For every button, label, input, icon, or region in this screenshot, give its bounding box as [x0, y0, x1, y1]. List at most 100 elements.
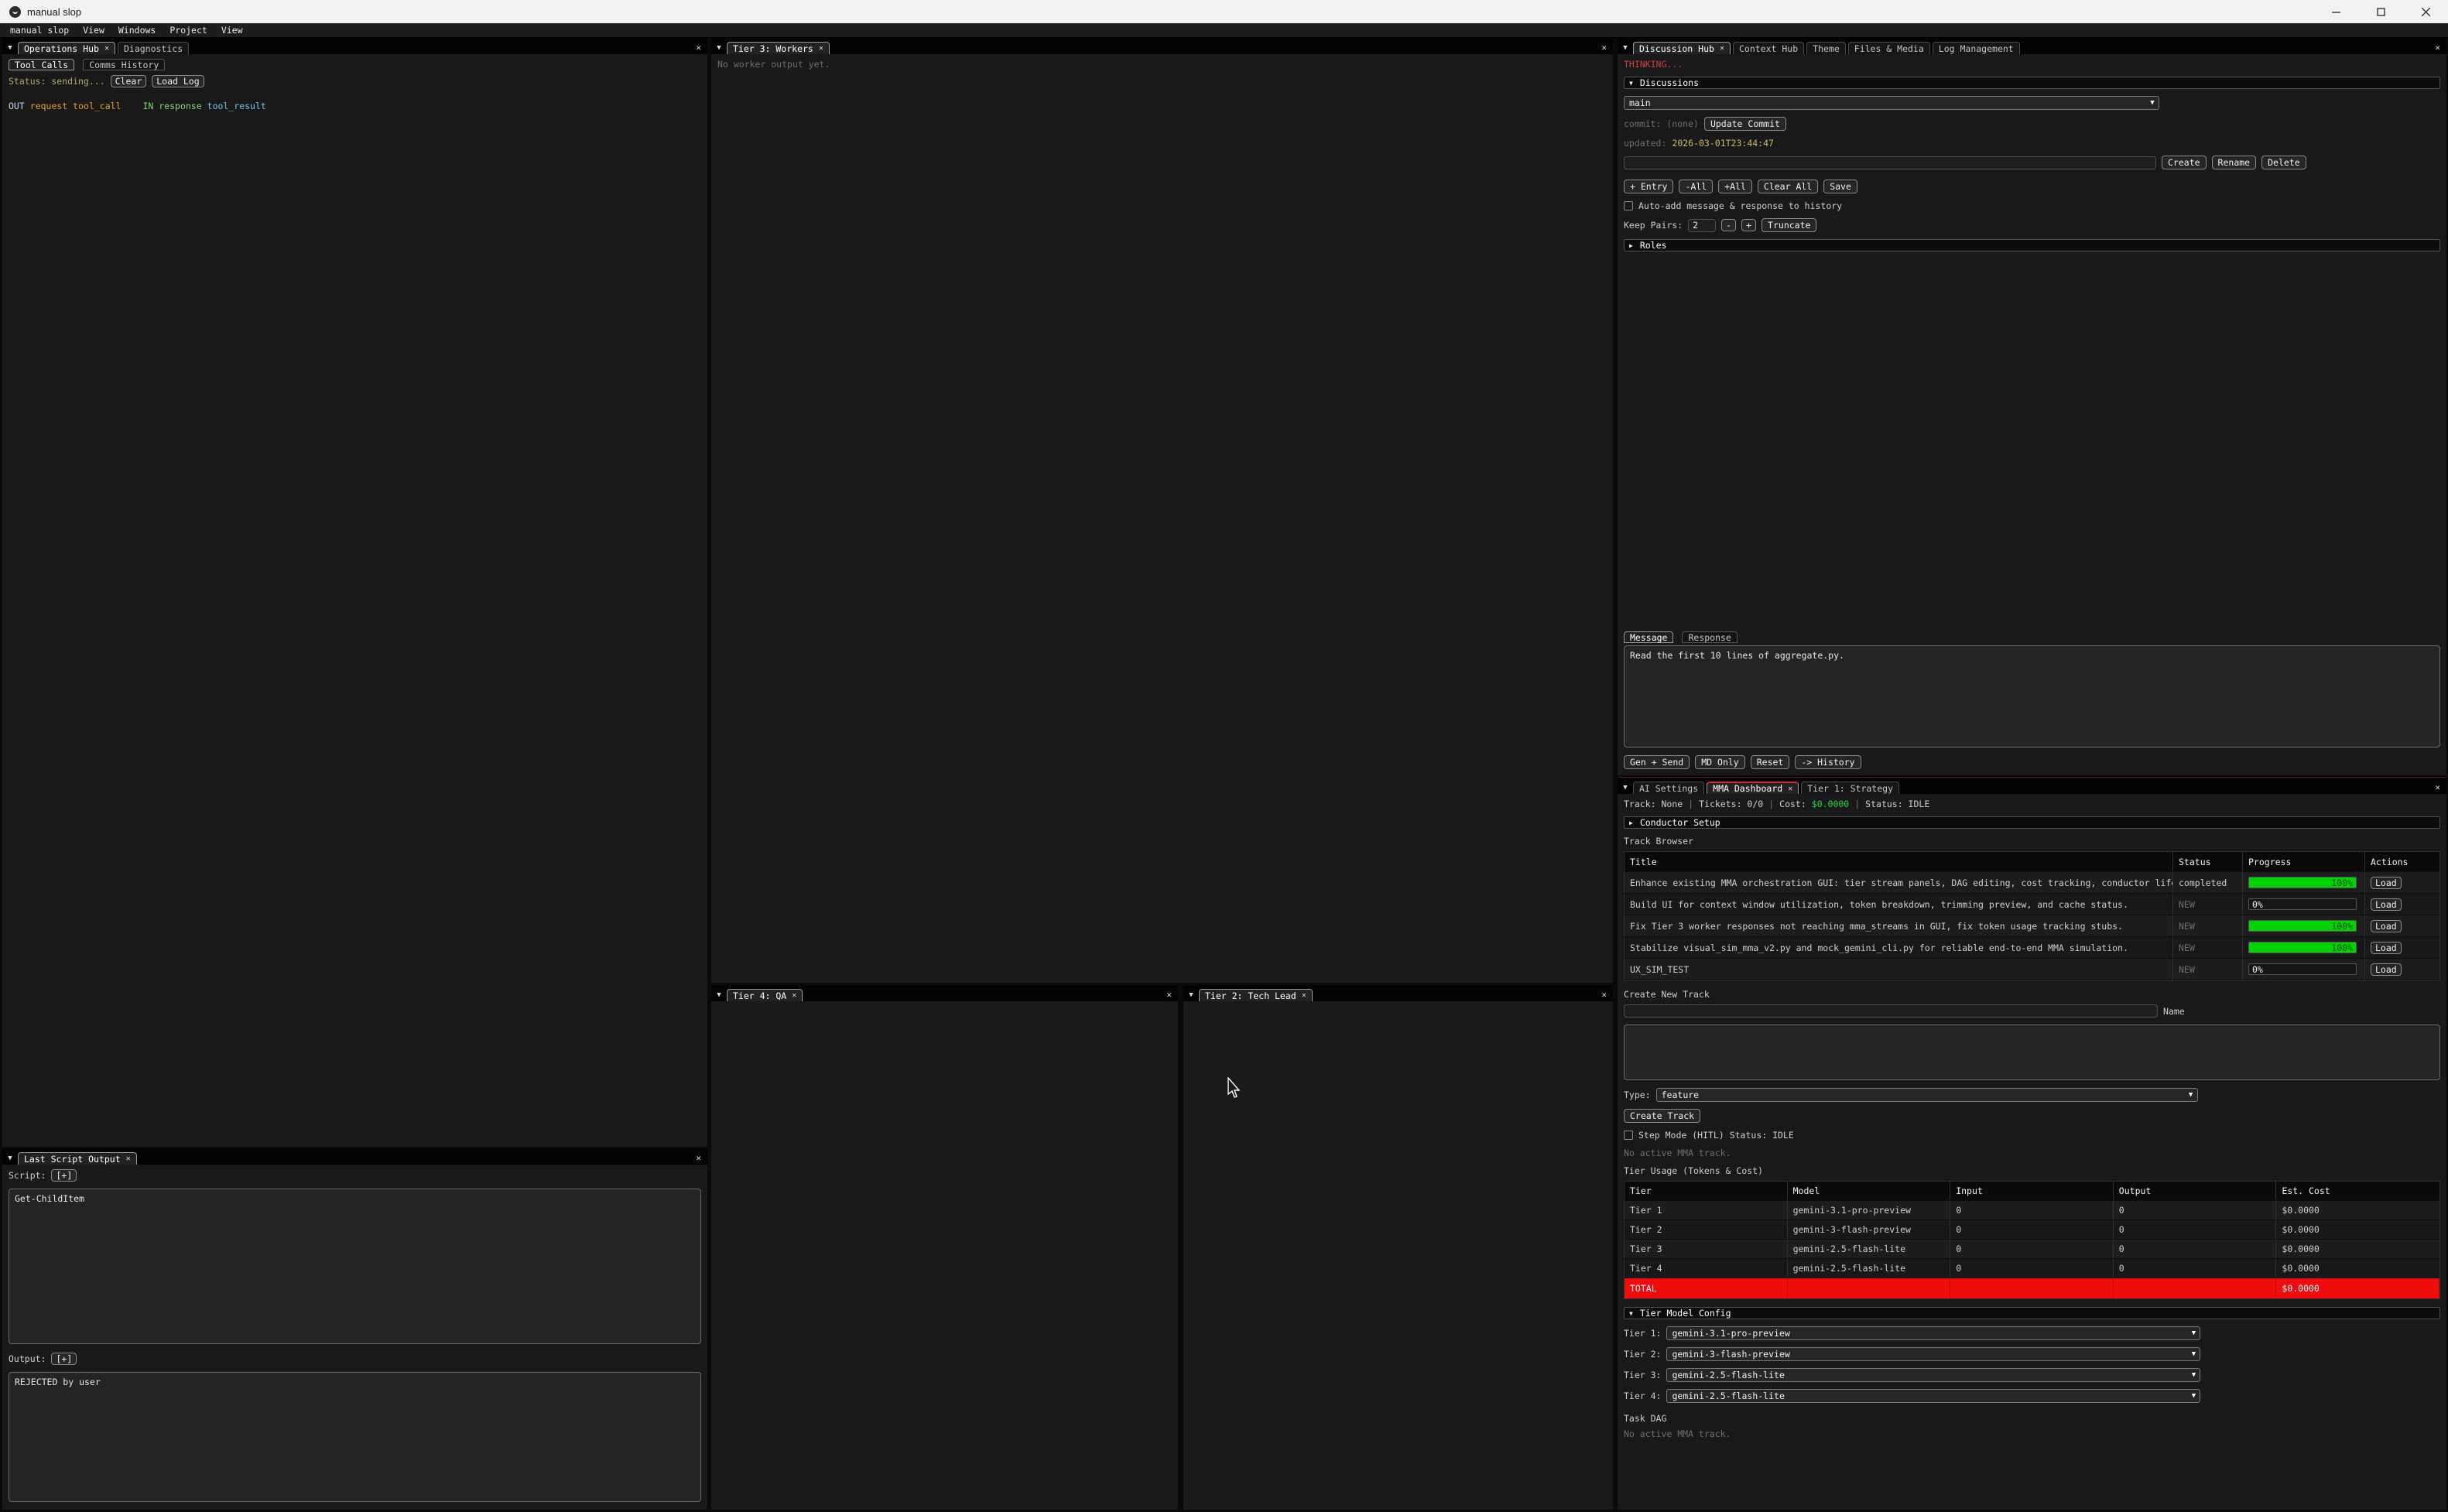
tier1-model-select[interactable]: gemini-3.1-pro-preview ▼: [1666, 1326, 2200, 1340]
commit-label: commit: (none): [1624, 118, 1699, 129]
truncate-button[interactable]: Truncate: [1762, 218, 1816, 232]
tier3-empty-text: No worker output yet.: [717, 59, 1607, 70]
menu-view-2[interactable]: View: [221, 25, 243, 36]
script-expand-button[interactable]: [+]: [51, 1169, 77, 1182]
tab-tier3-workers[interactable]: Tier 3: Workers ✕: [727, 42, 830, 54]
track-name-input[interactable]: [1624, 1004, 2158, 1018]
panel-menu-icon[interactable]: ▼: [1618, 782, 1633, 794]
tab-tier4-qa[interactable]: Tier 4: QA ✕: [727, 989, 803, 1001]
create-track-button[interactable]: Create Track: [1624, 1109, 1700, 1123]
panel-close-icon[interactable]: ✕: [1601, 990, 1613, 1001]
message-tab[interactable]: Message: [1624, 631, 1673, 643]
minus-all-button[interactable]: -All: [1679, 180, 1713, 193]
load-button[interactable]: Load: [2371, 877, 2402, 889]
create-button[interactable]: Create: [2162, 156, 2207, 169]
panel-menu-icon[interactable]: ▼: [2, 42, 18, 54]
load-button[interactable]: Load: [2371, 920, 2402, 932]
tab-ai-settings[interactable]: AI Settings: [1633, 782, 1704, 794]
menu-view[interactable]: View: [83, 25, 104, 36]
message-textarea[interactable]: Read the first 10 lines of aggregate.py.: [1624, 645, 2440, 747]
output-textarea[interactable]: REJECTED by user: [9, 1372, 701, 1502]
tier2-model-select[interactable]: gemini-3-flash-preview ▼: [1666, 1347, 2200, 1361]
keep-pairs-increment-button[interactable]: +: [1741, 219, 1756, 231]
panel-close-icon[interactable]: ✕: [2435, 782, 2446, 794]
discussions-section-header[interactable]: ▼ Discussions: [1624, 77, 2440, 89]
panel-close-icon[interactable]: ✕: [696, 1153, 707, 1165]
tab-close-icon[interactable]: ✕: [819, 44, 823, 53]
panel-close-icon[interactable]: ✕: [1166, 990, 1178, 1001]
tab-diagnostics[interactable]: Diagnostics: [118, 42, 189, 54]
tab-files-media[interactable]: Files & Media: [1848, 42, 1930, 54]
tab-tier2-tech-lead[interactable]: Tier 2: Tech Lead ✕: [1199, 989, 1313, 1001]
panel-close-icon[interactable]: ✕: [2435, 43, 2446, 54]
conductor-setup-header[interactable]: ▶ Conductor Setup: [1624, 816, 2440, 829]
keep-pairs-input[interactable]: [1688, 219, 1716, 232]
subtab-comms-history[interactable]: Comms History: [83, 59, 165, 70]
tab-close-icon[interactable]: ✕: [104, 44, 109, 53]
panel-menu-icon[interactable]: ▼: [711, 42, 727, 54]
subtab-tool-calls[interactable]: Tool Calls: [9, 59, 74, 70]
panel-menu-icon[interactable]: ▼: [711, 989, 727, 1001]
tab-theme[interactable]: Theme: [1806, 42, 1846, 54]
tier3-label: Tier 3:: [1624, 1370, 1661, 1380]
tier3-model-select[interactable]: gemini-2.5-flash-lite ▼: [1666, 1368, 2200, 1382]
autoadd-checkbox[interactable]: [1624, 201, 1633, 210]
tab-log-management[interactable]: Log Management: [1933, 42, 2020, 54]
tab-operations-hub[interactable]: Operations Hub ✕: [18, 42, 115, 54]
tab-tier1-strategy[interactable]: Tier 1: Strategy: [1801, 782, 1899, 794]
roles-section-header[interactable]: ▶ Roles: [1624, 239, 2440, 251]
menu-windows[interactable]: Windows: [118, 25, 156, 36]
plus-all-button[interactable]: +All: [1718, 180, 1752, 193]
progress-bar: 0%: [2248, 963, 2357, 975]
chevron-down-icon: ▼: [2185, 1090, 2197, 1100]
maximize-button[interactable]: [2358, 0, 2403, 23]
tab-close-icon[interactable]: ✕: [1788, 785, 1792, 793]
tier-model-config-header[interactable]: ▼ Tier Model Config: [1624, 1307, 2440, 1319]
output-expand-button[interactable]: [+]: [51, 1353, 77, 1365]
panel-close-icon[interactable]: ✕: [1601, 43, 1613, 54]
response-tab[interactable]: Response: [1682, 631, 1737, 643]
panel-menu-icon[interactable]: ▼: [1183, 989, 1199, 1001]
delete-button[interactable]: Delete: [2261, 156, 2306, 169]
reset-button[interactable]: Reset: [1751, 755, 1790, 769]
menu-project[interactable]: Project: [169, 25, 207, 36]
tab-last-script-output[interactable]: Last Script Output ✕: [18, 1152, 137, 1165]
panel-menu-icon[interactable]: ▼: [2, 1152, 18, 1165]
usage-table-header: Tier Model Input Output Est. Cost: [1625, 1182, 2439, 1201]
menu-manual-slop[interactable]: manual slop: [10, 25, 69, 36]
tab-close-icon[interactable]: ✕: [792, 991, 796, 1000]
save-button[interactable]: Save: [1823, 180, 1857, 193]
add-entry-button[interactable]: + Entry: [1624, 180, 1673, 193]
tab-close-icon[interactable]: ✕: [1302, 991, 1306, 1000]
discussion-select[interactable]: main ▼: [1624, 96, 2159, 110]
tab-close-icon[interactable]: ✕: [126, 1155, 131, 1163]
minimize-button[interactable]: [2313, 0, 2358, 23]
update-commit-button[interactable]: Update Commit: [1704, 117, 1786, 131]
load-button[interactable]: Load: [2371, 898, 2402, 911]
to-history-button[interactable]: -> History: [1795, 755, 1861, 769]
panel-close-icon[interactable]: ✕: [696, 43, 707, 54]
tab-discussion-hub[interactable]: Discussion Hub ✕: [1633, 42, 1731, 54]
load-log-button[interactable]: Load Log: [152, 75, 204, 87]
discussion-name-input[interactable]: [1624, 156, 2156, 169]
mouse-cursor: [1227, 1077, 1244, 1100]
clear-all-button[interactable]: Clear All: [1758, 180, 1818, 193]
gen-send-button[interactable]: Gen + Send: [1624, 755, 1690, 769]
clear-button[interactable]: Clear: [111, 75, 147, 87]
tab-close-icon[interactable]: ✕: [1720, 44, 1724, 53]
close-button[interactable]: [2403, 0, 2448, 23]
md-only-button[interactable]: MD Only: [1695, 755, 1744, 769]
load-button[interactable]: Load: [2371, 963, 2402, 976]
step-mode-checkbox[interactable]: [1624, 1131, 1633, 1140]
keep-pairs-decrement-button[interactable]: -: [1721, 219, 1736, 231]
track-description-textarea[interactable]: [1624, 1025, 2440, 1080]
panel-menu-icon[interactable]: ▼: [1618, 42, 1633, 54]
script-textarea[interactable]: Get-ChildItem: [9, 1189, 701, 1344]
tier4-model-select[interactable]: gemini-2.5-flash-lite ▼: [1666, 1389, 2200, 1403]
tier3-tabstrip: ▼ Tier 3: Workers ✕ ✕: [711, 38, 1613, 54]
track-type-select[interactable]: feature ▼: [1656, 1088, 2198, 1102]
tab-mma-dashboard[interactable]: MMA Dashboard ✕: [1707, 782, 1799, 794]
load-button[interactable]: Load: [2371, 942, 2402, 954]
tab-context-hub[interactable]: Context Hub: [1733, 42, 1804, 54]
rename-button[interactable]: Rename: [2212, 156, 2257, 169]
